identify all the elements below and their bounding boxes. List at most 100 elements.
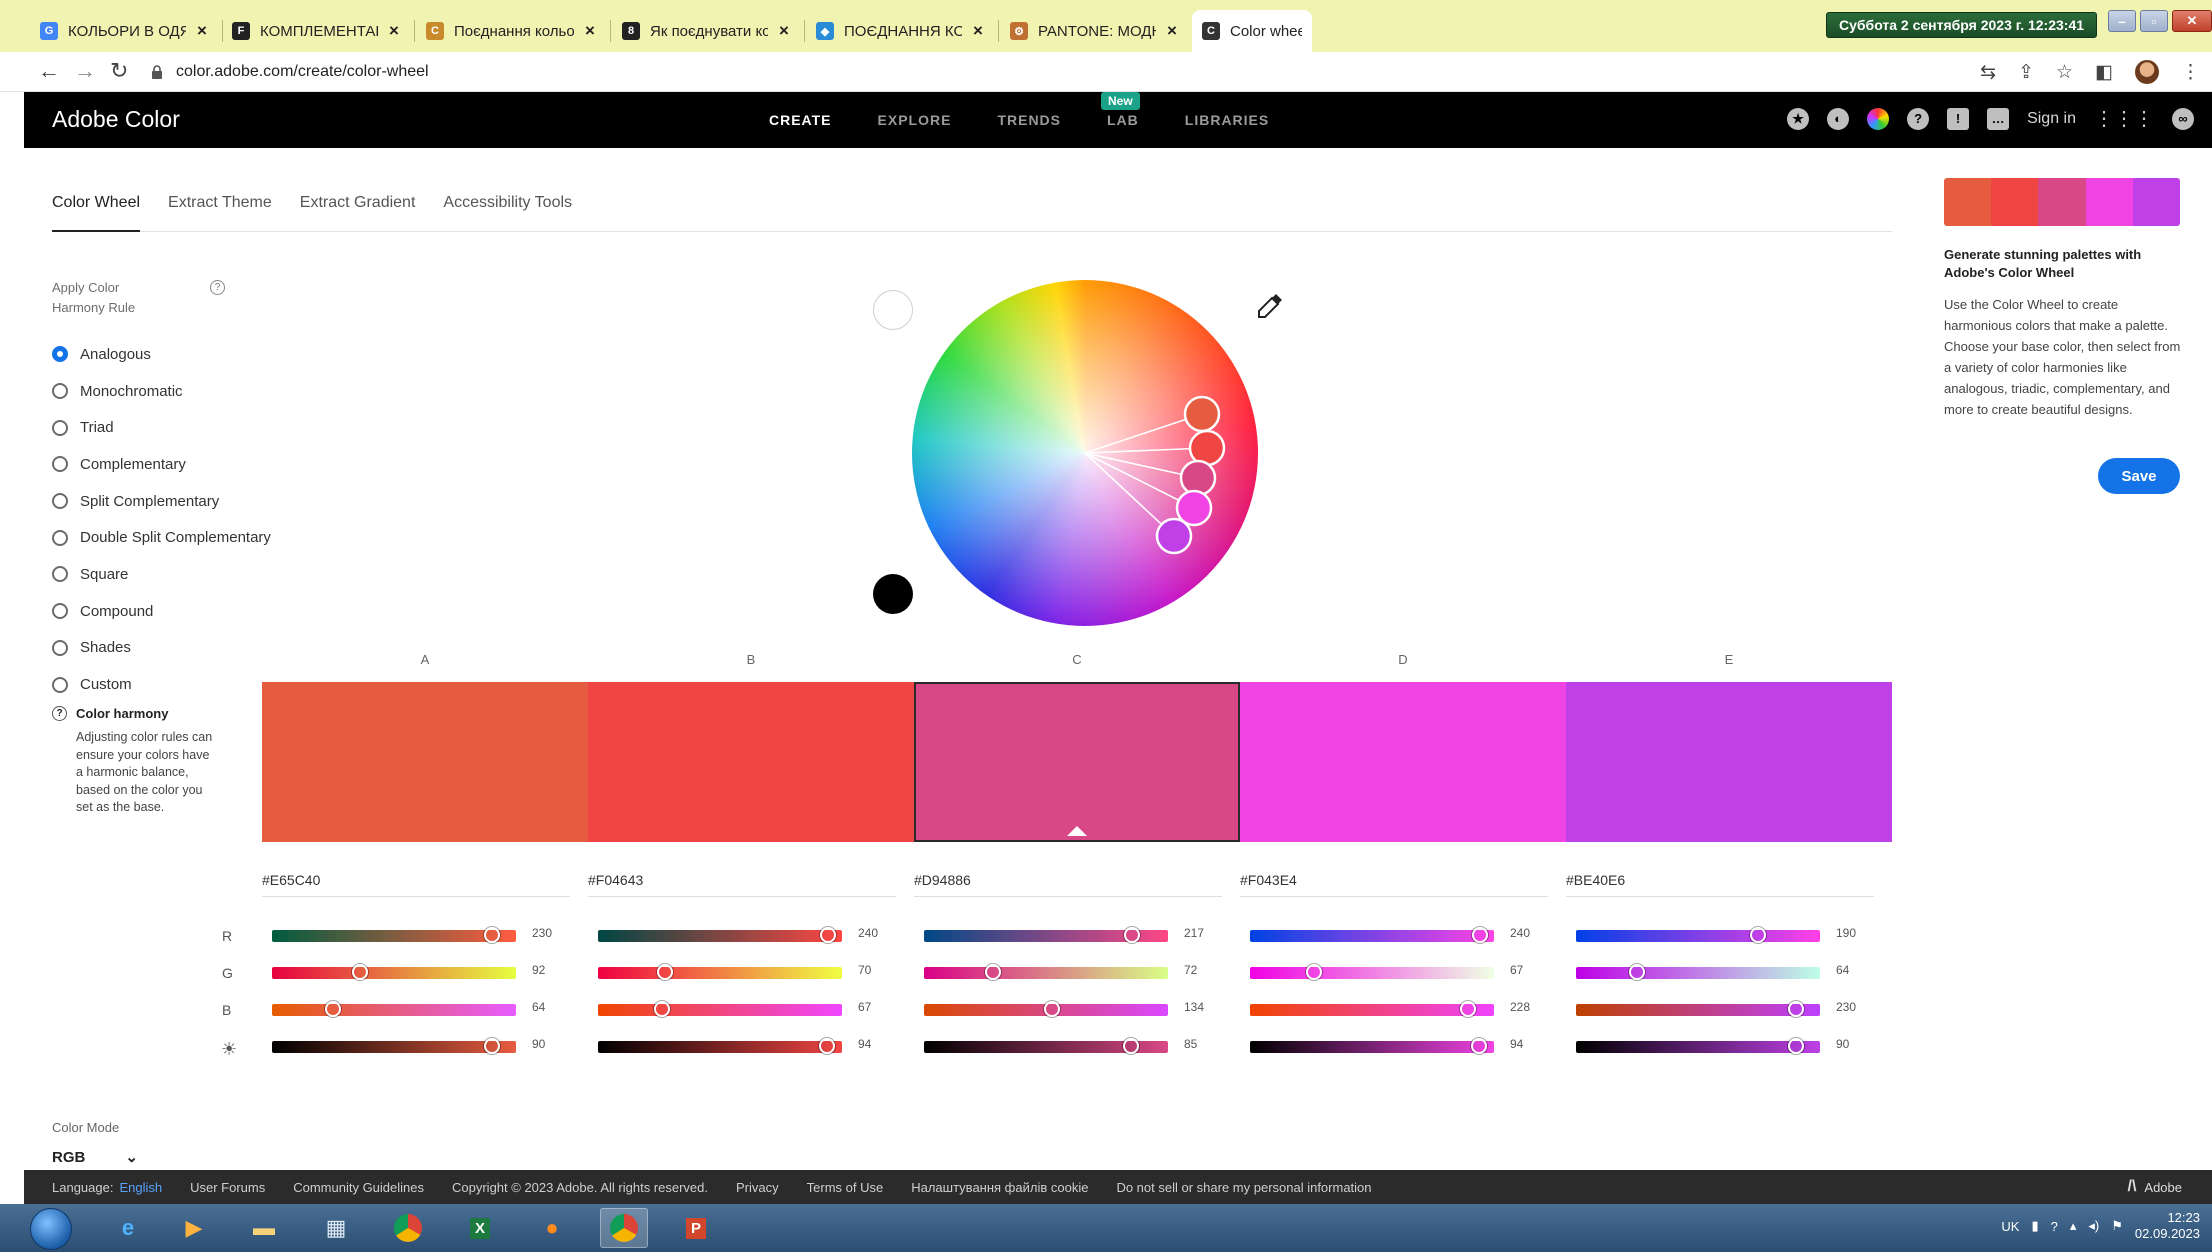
wheel-handle-a[interactable] — [1183, 395, 1221, 433]
harmony-rule-triad[interactable]: Triad — [52, 409, 271, 446]
share-icon[interactable]: ⇪ — [2018, 61, 2034, 84]
slider-r[interactable] — [272, 927, 516, 943]
radio-button[interactable] — [52, 603, 68, 620]
network-icon[interactable]: ▮ — [2031, 1218, 2038, 1234]
slider-r[interactable] — [1250, 927, 1494, 943]
minimize-button[interactable]: – — [2108, 10, 2136, 32]
slider-b[interactable] — [1250, 1001, 1494, 1017]
excel-icon[interactable]: X — [456, 1208, 504, 1248]
taskbar-clock[interactable]: 12:23 02.09.2023 — [2135, 1210, 2200, 1242]
brightness-light-knob[interactable] — [873, 290, 913, 330]
slider-b[interactable] — [272, 1001, 516, 1017]
slider-brightness[interactable] — [272, 1038, 516, 1054]
slider-thumb[interactable] — [1471, 1038, 1488, 1054]
ie-icon[interactable]: e — [104, 1208, 152, 1248]
hex-field[interactable]: #E65C40 — [262, 872, 570, 897]
media-player-icon[interactable]: ▶ — [170, 1208, 218, 1248]
harmony-rule-monochromatic[interactable]: Monochromatic — [52, 373, 271, 410]
help-icon[interactable]: ? — [210, 280, 225, 295]
profile-avatar[interactable] — [2135, 60, 2159, 84]
flag-icon[interactable]: ⚑ — [2111, 1218, 2123, 1234]
footer-link[interactable]: Налаштування файлів cookie — [911, 1180, 1088, 1195]
menu-libraries[interactable]: LIBRARIES — [1185, 112, 1269, 128]
powerpoint-icon[interactable]: P — [672, 1208, 720, 1248]
browser-menu-icon[interactable]: ⋮ — [2181, 61, 2200, 84]
close-window-button[interactable]: ✕ — [2172, 10, 2212, 32]
tray-expand-icon[interactable]: ▴ — [2070, 1218, 2077, 1234]
browser-tab[interactable]: G КОЛЬОРИ В ОДЯЗІ 2023-2024 - × — [30, 14, 220, 48]
wheel-handle-group[interactable] — [1155, 395, 1226, 555]
harmony-rule-split-complementary[interactable]: Split Complementary — [52, 483, 271, 520]
slider-r[interactable] — [924, 927, 1168, 943]
hex-field[interactable]: #F043E4 — [1240, 872, 1548, 897]
slider-thumb[interactable] — [483, 1038, 500, 1054]
language-indicator[interactable]: UK — [2001, 1219, 2019, 1234]
volume-icon[interactable]: ◂) — [2088, 1218, 2099, 1234]
tab-color-wheel[interactable]: Color Wheel — [52, 192, 141, 232]
browser-tab[interactable]: F КОМПЛЕМЕНТАРНА СХЕМА ПО × — [222, 14, 412, 48]
slider-thumb[interactable] — [1306, 964, 1323, 980]
slider-r[interactable] — [598, 927, 842, 943]
tab-extract-theme[interactable]: Extract Theme — [168, 192, 272, 232]
slider-brightness[interactable] — [924, 1038, 1168, 1054]
sidepanel-icon[interactable]: ◧ — [2095, 61, 2113, 84]
radio-button[interactable] — [52, 419, 68, 436]
footer-link[interactable]: Do not sell or share my personal informa… — [1116, 1180, 1371, 1195]
harmony-rule-analogous[interactable]: Analogous — [52, 336, 271, 373]
slider-b[interactable] — [1576, 1001, 1820, 1017]
radio-button[interactable] — [52, 493, 68, 510]
slider-thumb[interactable] — [1123, 927, 1140, 943]
harmony-rule-double-split-complementary[interactable]: Double Split Complementary — [52, 519, 271, 556]
footer-link[interactable]: Copyright © 2023 Adobe. All rights reser… — [452, 1180, 708, 1195]
maximize-button[interactable]: ▫ — [2140, 10, 2168, 32]
close-tab-icon[interactable]: × — [194, 21, 210, 41]
menu-trends[interactable]: TRENDS — [997, 112, 1061, 128]
close-tab-icon[interactable]: × — [1164, 21, 1180, 41]
swatch-c[interactable] — [914, 682, 1240, 842]
swatch-e[interactable] — [1566, 682, 1892, 842]
footer-link[interactable]: Terms of Use — [807, 1180, 884, 1195]
slider-b[interactable] — [598, 1001, 842, 1017]
hex-field[interactable]: #D94886 — [914, 872, 1222, 897]
hex-field[interactable]: #BE40E6 — [1566, 872, 1874, 897]
tray-help-icon[interactable]: ? — [2051, 1219, 2058, 1234]
slider-thumb[interactable] — [1471, 927, 1488, 943]
footer-link[interactable]: User Forums — [190, 1180, 265, 1195]
brand-logo[interactable]: Adobe Color — [52, 106, 180, 133]
harmony-rule-complementary[interactable]: Complementary — [52, 446, 271, 483]
tab-extract-gradient[interactable]: Extract Gradient — [300, 192, 416, 232]
slider-thumb[interactable] — [819, 927, 836, 943]
footer-link[interactable]: Privacy — [736, 1180, 779, 1195]
swatch-a[interactable] — [262, 682, 588, 842]
footer-link[interactable]: Community Guidelines — [293, 1180, 424, 1195]
theme-toggle-icon[interactable]: ◐ — [1827, 107, 1850, 130]
slider-thumb[interactable] — [654, 1001, 671, 1017]
radio-button[interactable] — [52, 676, 68, 693]
browser-tab[interactable]: C Поєднання кольорів в одязі - Я × — [416, 14, 608, 48]
slider-thumb[interactable] — [1123, 1038, 1140, 1054]
menu-explore[interactable]: EXPLORE — [878, 112, 952, 128]
browser-tab[interactable]: ⚙ PANTONE: МОДНІ КОЛЬОРИ О × — [1000, 14, 1190, 48]
calculator-icon[interactable]: ▦ — [312, 1208, 360, 1248]
slider-brightness[interactable] — [1250, 1038, 1494, 1054]
save-button[interactable]: Save — [2098, 458, 2180, 494]
slider-thumb[interactable] — [352, 964, 369, 980]
favorites-icon[interactable]: ★ — [1787, 107, 1810, 130]
slider-brightness[interactable] — [1576, 1038, 1820, 1054]
radio-button[interactable] — [52, 456, 68, 473]
reload-icon[interactable]: ↻ — [110, 58, 128, 84]
back-icon[interactable]: ← — [38, 58, 60, 84]
bookmark-star-icon[interactable]: ☆ — [2056, 61, 2073, 84]
file-explorer-icon[interactable]: ▬ — [240, 1208, 288, 1248]
brightness-dark-knob[interactable] — [873, 574, 913, 614]
tab-accessibility-tools[interactable]: Accessibility Tools — [443, 192, 572, 232]
slider-r[interactable] — [1576, 927, 1820, 943]
wheel-handle-c[interactable] — [1179, 459, 1217, 497]
slider-thumb[interactable] — [1787, 1038, 1804, 1054]
adobe-footer-logo[interactable]: /\ Adobe — [2128, 1178, 2182, 1196]
slider-thumb[interactable] — [984, 964, 1001, 980]
slider-g[interactable] — [1250, 964, 1494, 980]
slider-thumb[interactable] — [1629, 964, 1646, 980]
radio-button[interactable] — [52, 529, 68, 546]
help-icon[interactable]: ? — [1907, 107, 1930, 130]
